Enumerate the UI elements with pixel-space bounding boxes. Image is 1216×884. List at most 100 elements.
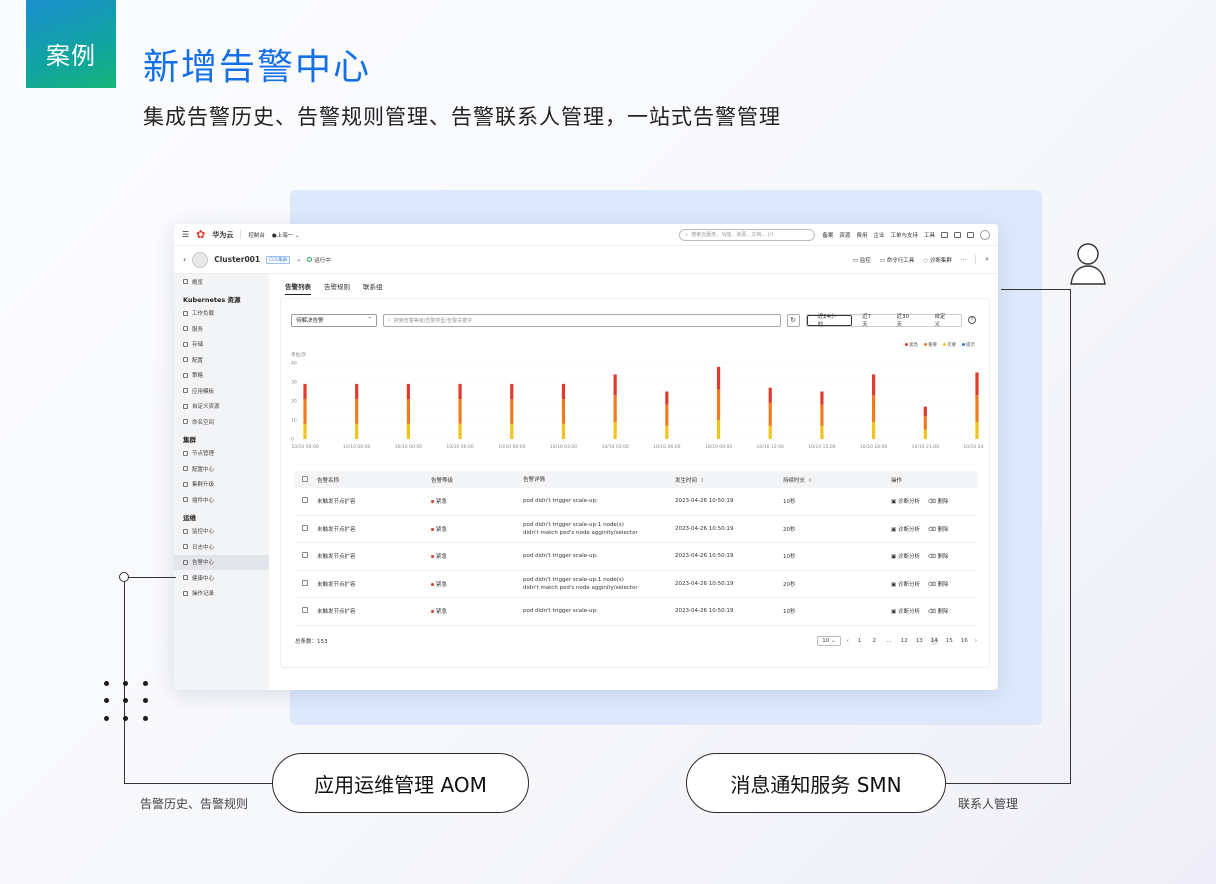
page-size-select[interactable]: 10 ⌄	[817, 636, 841, 646]
diagnose-button[interactable]: ▣ 诊断分析	[891, 580, 920, 588]
screen-icon[interactable]	[941, 231, 948, 238]
terminal-icon: ▭	[879, 257, 887, 264]
header-name: 告警名称	[317, 477, 340, 484]
alarm-name[interactable]: 未触发节点扩容	[309, 607, 431, 615]
sidebar-item[interactable]: 健康中心	[174, 570, 269, 586]
nav-item[interactable]: 费用	[856, 231, 867, 239]
dot	[104, 715, 109, 721]
cluster-name[interactable]: Cluster001	[214, 255, 260, 264]
diagnose-cluster-button[interactable]: ◌ 诊断集群	[923, 256, 952, 264]
header-duration-cell[interactable]: 持续时长 ⇕	[783, 476, 891, 484]
legend-item[interactable]: 重要	[924, 342, 937, 348]
tab-alarm-rules[interactable]: 告警规则	[324, 281, 350, 291]
row-actions: ▣ 诊断分析 ⌫ 删除	[891, 497, 977, 505]
range-custom[interactable]: 自定义	[925, 314, 961, 328]
row-checkbox[interactable]	[302, 607, 308, 614]
alarm-name[interactable]: 未触发节点扩容	[309, 497, 431, 505]
alarm-name[interactable]: 未触发节点扩容	[309, 580, 431, 588]
sidebar-item[interactable]: 操作记录	[174, 586, 269, 602]
cli-tool-button[interactable]: ▭ 命令行工具	[880, 256, 914, 264]
alarm-time: 2023-04-26 10:50:19	[675, 580, 734, 587]
sidebar-item[interactable]: 策略	[174, 368, 269, 384]
legend-item[interactable]: 紧急	[905, 342, 918, 348]
page-number[interactable]: 14	[929, 637, 939, 645]
keyword-search-input[interactable]: ⌕ 搜索告警等级/告警类型/告警关键字	[382, 313, 781, 327]
range-24h[interactable]: 近24小时	[806, 314, 853, 328]
nav-item[interactable]: 企业	[873, 231, 884, 239]
back-icon[interactable]: ‹	[183, 255, 186, 264]
sidebar-item[interactable]: 应用模板	[174, 383, 269, 399]
legend-item[interactable]: 提示	[962, 342, 975, 348]
header-time-cell[interactable]: 发生时间 ⇕	[675, 476, 783, 484]
chevron-down-icon[interactable]: ⌄	[296, 256, 301, 263]
sidebar-item[interactable]: 集群升级	[174, 477, 269, 493]
sidebar-item[interactable]: 监控中心	[174, 524, 269, 540]
sidebar-item[interactable]: 概览	[174, 274, 269, 290]
tab-alarm-list[interactable]: 告警列表	[285, 281, 311, 295]
sidebar-item[interactable]: 自定义资源	[174, 399, 269, 415]
region-selector[interactable]: ●上海一 ⌄	[272, 231, 300, 239]
sidebar-item[interactable]: 节点管理	[174, 446, 269, 462]
sidebar-item[interactable]: 配置	[174, 352, 269, 368]
delete-button[interactable]: ⌫ 删除	[928, 607, 949, 615]
sidebar-item[interactable]: 日志中心	[174, 539, 269, 555]
select-all-checkbox[interactable]	[302, 475, 308, 482]
search-icon[interactable]: ⌕	[985, 255, 989, 264]
monitor-label: 监控	[859, 257, 871, 264]
nav-item[interactable]: 工具	[924, 231, 935, 239]
legend-item[interactable]: 次要	[943, 342, 956, 348]
bar-segment	[872, 374, 876, 396]
page-number[interactable]: 12	[900, 638, 909, 644]
diagnose-button[interactable]: ▣ 诊断分析	[891, 497, 920, 505]
sidebar-item[interactable]: 命名空间	[174, 414, 269, 430]
range-30d[interactable]: 近30天	[887, 314, 925, 328]
avatar[interactable]	[980, 229, 990, 240]
sidebar-item[interactable]: 存储	[174, 337, 269, 353]
tab-contact-groups[interactable]: 联系组	[363, 281, 383, 291]
diagnose-button[interactable]: ▣ 诊断分析	[891, 552, 920, 560]
alarm-detail-line: pod didn't trigger scale-up:1 node(s)	[523, 521, 624, 528]
monitor-button[interactable]: ▭ 监控	[853, 256, 871, 264]
row-checkbox[interactable]	[302, 579, 308, 586]
delete-button[interactable]: ⌫ 删除	[928, 580, 949, 588]
row-checkbox[interactable]	[302, 552, 308, 559]
console-link[interactable]: 控制台	[248, 231, 265, 239]
nav-item[interactable]: 资源	[839, 231, 850, 239]
page-number[interactable]: 1	[855, 638, 864, 644]
language-icon[interactable]	[967, 231, 974, 238]
delete-button[interactable]: ⌫ 删除	[928, 497, 949, 505]
status-select[interactable]: 待解决告警 ⌃	[291, 313, 377, 327]
menu-icon[interactable]: ☰	[182, 230, 189, 239]
brand-name[interactable]: 华为云	[212, 230, 233, 240]
alarm-name[interactable]: 未触发节点扩容	[309, 525, 431, 533]
diagnose-button[interactable]: ▣ 诊断分析	[891, 525, 920, 533]
alarm-name[interactable]: 未触发节点扩容	[309, 552, 431, 560]
alarm-detail: pod didn't trigger scale-up:	[523, 607, 675, 615]
delete-button[interactable]: ⌫ 删除	[928, 552, 949, 560]
page-number[interactable]: 16	[960, 638, 969, 644]
global-search-input[interactable]: ⌕ 搜索云服务、功能、资源、文档... (/)	[679, 228, 816, 241]
refresh-button[interactable]: ↻	[786, 313, 800, 327]
sidebar-item[interactable]: 服务	[174, 321, 269, 337]
prev-page-icon[interactable]: ‹	[847, 638, 849, 644]
delete-label: 删除	[937, 499, 949, 506]
row-checkbox[interactable]	[302, 497, 308, 504]
row-checkbox[interactable]	[302, 524, 308, 531]
sidebar-item[interactable]: 插件中心	[174, 492, 269, 508]
delete-label: 删除	[937, 581, 949, 588]
nav-item[interactable]: 工单与支持	[890, 231, 918, 239]
diagnose-button[interactable]: ▣ 诊断分析	[891, 607, 920, 615]
page-number[interactable]: 2	[870, 638, 879, 644]
range-7d[interactable]: 近7天	[852, 314, 886, 328]
more-icon[interactable]: ···	[961, 257, 966, 263]
delete-button[interactable]: ⌫ 删除	[928, 525, 949, 533]
sidebar-item[interactable]: 工作负载	[174, 306, 269, 322]
page-number[interactable]: 13	[915, 638, 924, 644]
mail-icon[interactable]	[954, 231, 961, 238]
nav-item[interactable]: 备案	[822, 231, 833, 239]
help-icon[interactable]: ?	[968, 316, 976, 324]
sidebar-item[interactable]: 配置中心	[174, 461, 269, 477]
page-number[interactable]: 15	[945, 638, 954, 644]
sidebar-item[interactable]: 告警中心	[174, 554, 269, 570]
next-page-icon[interactable]: ›	[975, 638, 977, 644]
